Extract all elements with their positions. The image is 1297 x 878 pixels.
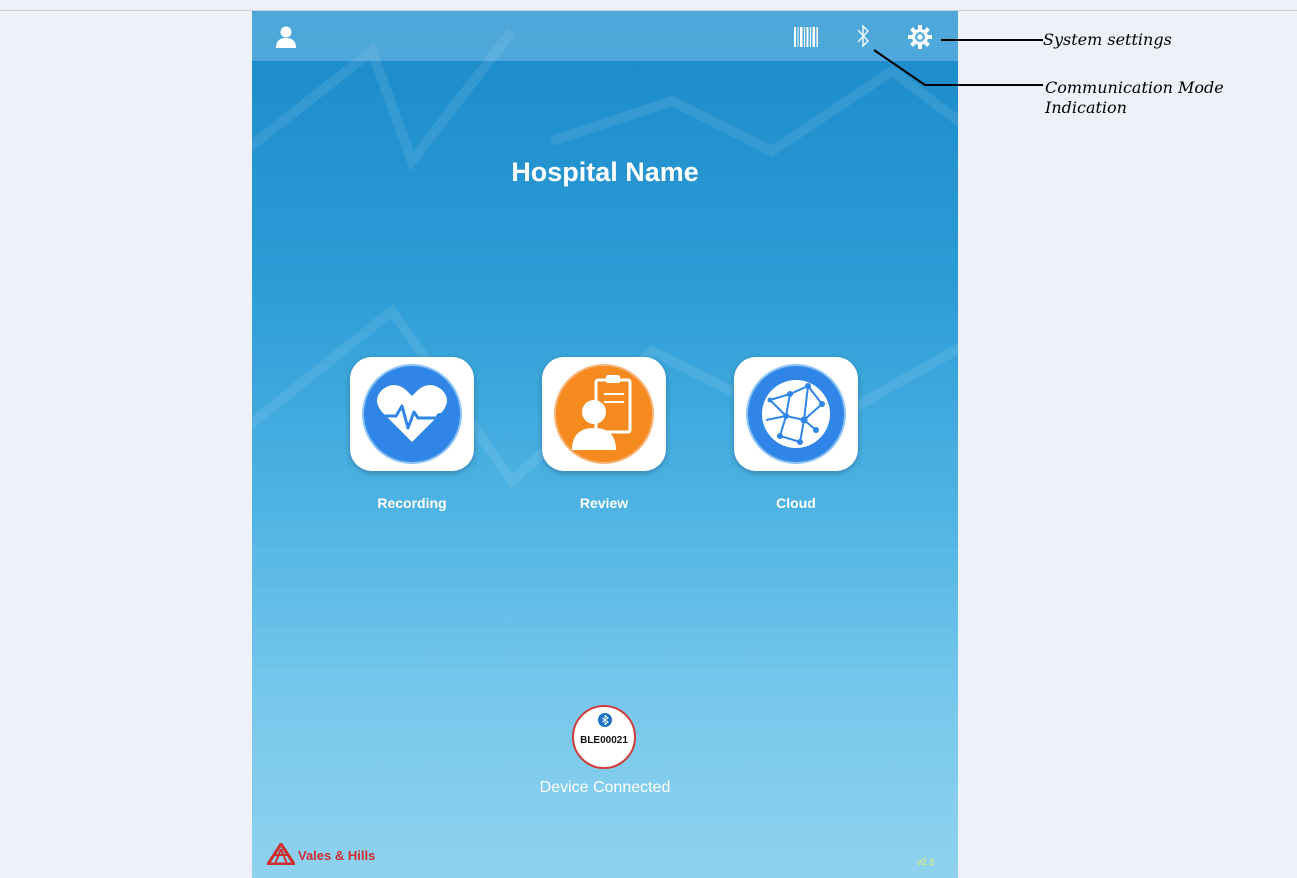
gear-icon[interactable] <box>908 25 932 49</box>
version-label: v2.3 <box>916 857 934 867</box>
recording-app-button[interactable] <box>350 357 474 471</box>
network-globe-icon <box>746 364 846 464</box>
recording-label: Recording <box>377 495 447 511</box>
device-status: Device Connected <box>539 779 671 796</box>
annotation-communication-line1: Communication Mode <box>1045 78 1224 97</box>
barcode-icon[interactable] <box>794 27 818 47</box>
user-icon[interactable] <box>274 25 298 49</box>
clipboard-user-icon <box>554 364 654 464</box>
app-screen: Hospital Name Recording Review Cloud BLE… <box>252 11 958 878</box>
cloud-app-button[interactable] <box>734 357 858 471</box>
bluetooth-icon <box>598 713 612 727</box>
hospital-name: Hospital Name <box>511 157 699 187</box>
device-badge[interactable]: BLE00021 <box>572 705 636 769</box>
brand-logo-icon <box>267 843 295 865</box>
review-label: Review <box>579 495 629 511</box>
annotation-communication-mode: Communication Mode Indication <box>1045 78 1224 118</box>
status-bar <box>252 11 958 61</box>
cloud-label: Cloud <box>776 495 816 511</box>
brand-name: Vales & Hills <box>298 848 376 863</box>
device-id: BLE00021 <box>580 735 628 746</box>
heart-ecg-icon <box>362 364 462 464</box>
review-app-button[interactable] <box>542 357 666 471</box>
annotation-communication-line2: Indication <box>1045 98 1127 117</box>
bluetooth-icon <box>857 24 869 48</box>
annotation-system-settings: System settings <box>1043 30 1172 49</box>
